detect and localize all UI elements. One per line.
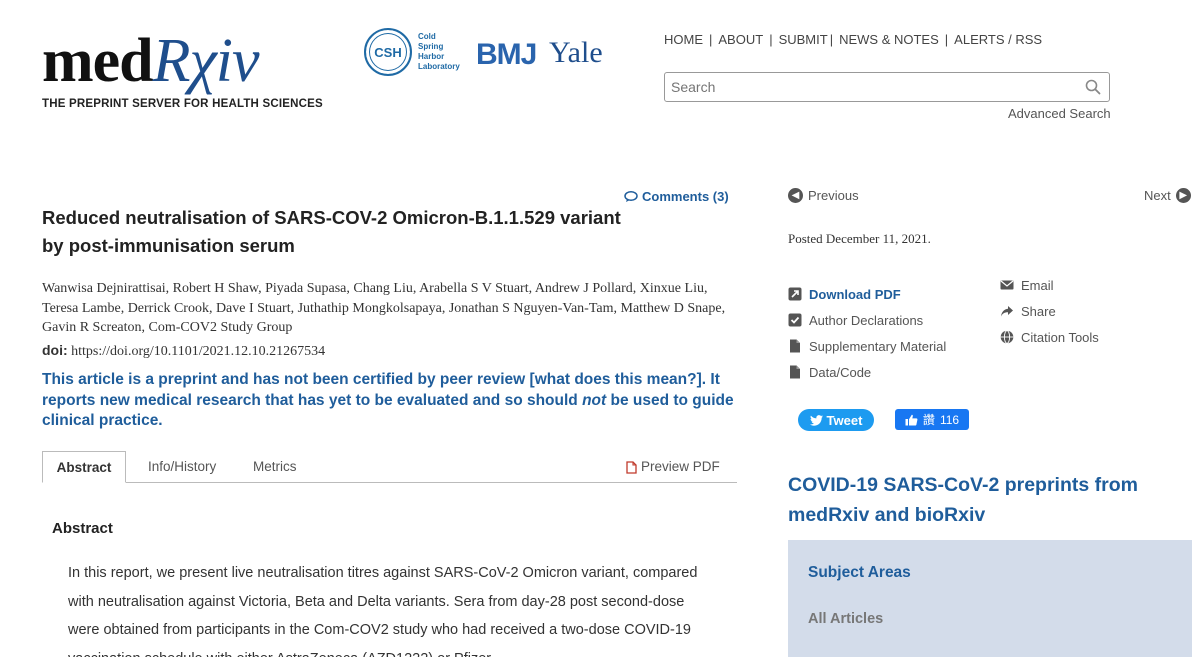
article-tools-right: Email Share Citation Tools: [1000, 272, 1099, 350]
csh-logo[interactable]: CSH Cold Spring Harbor Laboratory: [364, 28, 460, 76]
comment-icon: [624, 190, 638, 202]
abstract-heading: Abstract: [52, 520, 113, 537]
tab-info-history[interactable]: Info/History: [148, 451, 216, 483]
comments-label: Comments (3): [642, 189, 729, 204]
author-list[interactable]: Wanwisa Dejnirattisai, Robert H Shaw, Pi…: [42, 279, 742, 338]
author-declarations-link[interactable]: Author Declarations: [788, 307, 946, 333]
abstract-text: In this report, we present live neutrali…: [68, 565, 698, 657]
article-tabs: Abstract Info/History Metrics Preview PD…: [42, 451, 737, 483]
doi-line: doi: https://doi.org/10.1101/2021.12.10.…: [42, 342, 325, 360]
download-icon: [788, 287, 802, 301]
data-code-link[interactable]: Data/Code: [788, 359, 946, 385]
article-title: Reduced neutralisation of SARS-COV-2 Omi…: [42, 207, 621, 256]
arrow-right-icon: ▶: [1175, 188, 1191, 203]
preprint-notice: This article is a preprint and has not b…: [42, 371, 734, 429]
twitter-bird-icon: [809, 414, 823, 426]
like-count: 116: [939, 412, 960, 427]
comments-link[interactable]: Comments (3): [624, 189, 729, 204]
logo-tagline: THE PREPRINT SERVER FOR HEALTH SCIENCES: [42, 98, 323, 110]
top-navigation: HOME | ABOUT | SUBMIT | NEWS & NOTES | A…: [664, 32, 1042, 47]
all-articles-link[interactable]: All Articles: [808, 611, 883, 627]
nav-separator: |: [829, 32, 834, 47]
tab-metrics[interactable]: Metrics: [253, 451, 297, 483]
nav-alerts-rss[interactable]: ALERTS / RSS: [954, 32, 1042, 47]
covid-preprints-heading[interactable]: COVID-19 SARS-CoV-2 preprints from medRx…: [788, 470, 1188, 530]
search-box: [664, 72, 1110, 102]
advanced-search-link[interactable]: Advanced Search: [1008, 106, 1111, 121]
email-link[interactable]: Email: [1000, 272, 1099, 298]
previous-link[interactable]: ◀ Previous: [788, 188, 859, 203]
globe-icon: [1000, 330, 1014, 344]
csh-mark: CSH: [364, 28, 412, 76]
nav-home[interactable]: HOME: [664, 32, 703, 47]
doi-label: doi:: [42, 342, 68, 358]
file-icon: [790, 365, 800, 379]
nav-separator: |: [709, 32, 713, 47]
doi-link[interactable]: https://doi.org/10.1101/2021.12.10.21267…: [71, 344, 325, 359]
nav-separator: |: [769, 32, 773, 47]
nav-news-notes[interactable]: NEWS & NOTES: [839, 32, 939, 47]
csh-wordmark: Cold Spring Harbor Laboratory: [418, 32, 460, 71]
supplementary-material-link[interactable]: Supplementary Material: [788, 333, 946, 359]
citation-tools-link[interactable]: Citation Tools: [1000, 324, 1099, 350]
tab-preview-pdf[interactable]: Preview PDF: [626, 451, 720, 483]
site-logo[interactable]: medRχiv THE PREPRINT SERVER FOR HEALTH S…: [42, 30, 323, 110]
arrow-left-icon: ◀: [788, 188, 803, 203]
next-link[interactable]: Next ▶: [1144, 188, 1191, 203]
facebook-like-button[interactable]: 讚 116: [895, 409, 969, 430]
tweet-button[interactable]: Tweet: [798, 409, 874, 431]
subject-areas-title: Subject Areas: [808, 564, 911, 581]
logo-wordmark: medRχiv: [42, 27, 260, 95]
posted-date: Posted December 11, 2021.: [788, 231, 931, 246]
checkbox-icon: [788, 313, 802, 327]
search-input[interactable]: [665, 73, 1065, 101]
yale-logo[interactable]: Yale: [549, 36, 603, 70]
search-icon[interactable]: [1085, 79, 1101, 95]
download-pdf-link[interactable]: Download PDF: [788, 281, 946, 307]
share-link[interactable]: Share: [1000, 298, 1099, 324]
article-tools-left: Download PDF Author Declarations Supplem…: [788, 281, 946, 385]
file-icon: [790, 339, 800, 353]
subject-areas-panel: Subject Areas All Articles: [788, 540, 1192, 657]
envelope-icon: [1000, 280, 1014, 290]
nav-separator: |: [944, 32, 949, 47]
bmj-logo[interactable]: BMJ: [476, 38, 537, 72]
thumbs-up-icon: [905, 414, 918, 425]
tab-abstract[interactable]: Abstract: [42, 451, 126, 483]
nav-submit[interactable]: SUBMIT: [779, 32, 828, 47]
nav-about[interactable]: ABOUT: [718, 32, 763, 47]
share-icon: [1001, 306, 1013, 317]
pdf-icon: [626, 460, 637, 474]
